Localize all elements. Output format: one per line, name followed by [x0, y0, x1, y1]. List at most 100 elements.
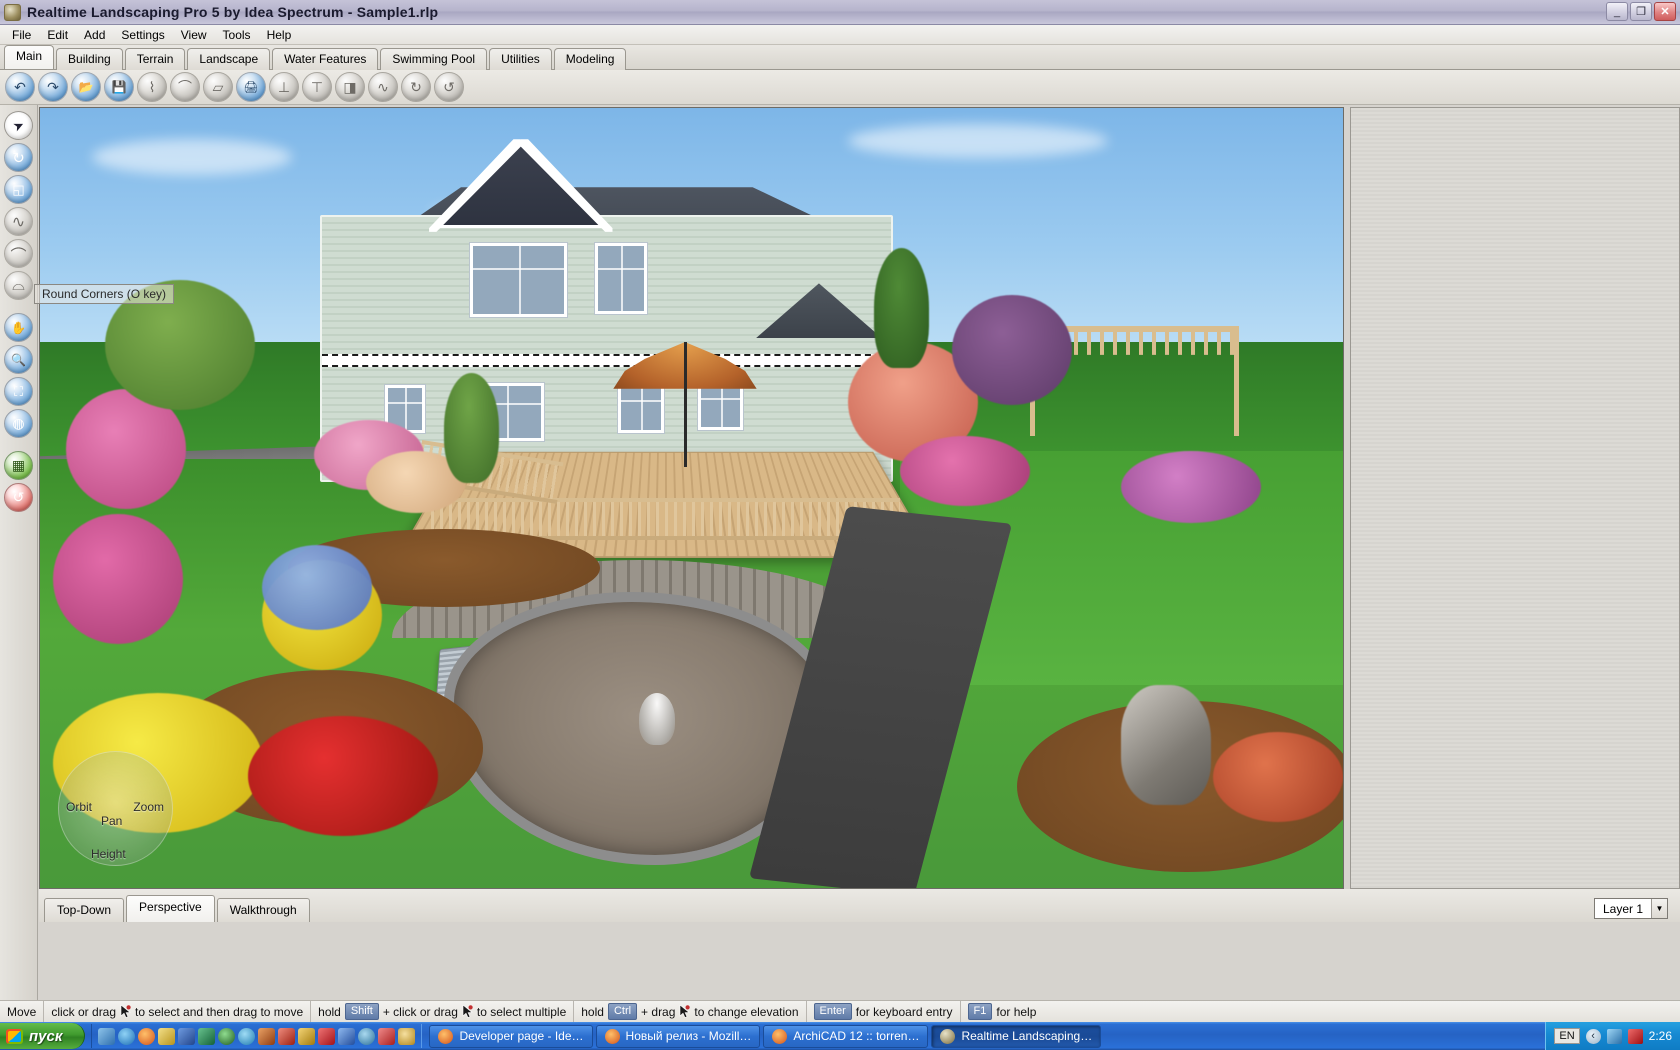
- evergreen-tree[interactable]: [873, 248, 929, 369]
- nav-zoom-label[interactable]: Zoom: [133, 800, 164, 814]
- rotate-icon[interactable]: ↻: [401, 72, 431, 102]
- smooth-icon[interactable]: ∿: [368, 72, 398, 102]
- tab-walkthrough[interactable]: Walkthrough: [216, 898, 310, 922]
- archive-icon[interactable]: [258, 1027, 276, 1045]
- fountain-spray[interactable]: [639, 693, 676, 745]
- perennial-bed[interactable]: [1212, 732, 1343, 822]
- orbit-icon[interactable]: ◍: [4, 409, 33, 438]
- curve-tool-icon[interactable]: ⌒: [170, 72, 200, 102]
- key-shift: Shift: [344, 1003, 379, 1020]
- winamp-icon[interactable]: [278, 1027, 296, 1045]
- shade-tree[interactable]: [952, 295, 1073, 406]
- zoom-window-icon[interactable]: ⛶: [4, 377, 33, 406]
- tab-perspective[interactable]: Perspective: [126, 895, 215, 922]
- freehand-line-icon[interactable]: ∿: [4, 207, 33, 236]
- menu-item-file[interactable]: File: [4, 26, 39, 44]
- kaspersky-icon[interactable]: [1627, 1028, 1643, 1044]
- red-flower-bed[interactable]: [248, 716, 439, 837]
- tab-top-down[interactable]: Top-Down: [44, 898, 125, 922]
- acrobat-icon[interactable]: [318, 1027, 336, 1045]
- desktop-icon[interactable]: [98, 1027, 116, 1045]
- flowering-shrub[interactable]: [53, 513, 184, 644]
- tab-main[interactable]: Main: [4, 45, 55, 69]
- blue-flower-bed[interactable]: [261, 544, 372, 630]
- undo-view-icon[interactable]: ↺: [4, 483, 33, 512]
- rotate-object-icon[interactable]: ↻: [4, 143, 33, 172]
- nav-orbit-label[interactable]: Orbit: [66, 800, 92, 814]
- nav-height-label[interactable]: Height: [91, 847, 126, 861]
- perennial-bed[interactable]: [899, 435, 1030, 506]
- nav-pan-label[interactable]: Pan: [101, 814, 122, 828]
- mirror-icon[interactable]: ◨: [335, 72, 365, 102]
- word-icon[interactable]: [178, 1027, 196, 1045]
- layer-selector[interactable]: Layer 1 ▼: [1593, 898, 1668, 919]
- hint-text: to select multiple: [476, 1004, 567, 1019]
- excel-icon[interactable]: [198, 1027, 216, 1045]
- task-button[interactable]: Новый релиз - Mozill…: [595, 1024, 761, 1048]
- menu-bar: File Edit Add Settings View Tools Help: [0, 25, 1680, 45]
- tab-swimming-pool[interactable]: Swimming Pool: [380, 48, 488, 70]
- menu-item-help[interactable]: Help: [259, 26, 300, 44]
- clock-icon[interactable]: [398, 1027, 416, 1045]
- menu-item-edit[interactable]: Edit: [39, 26, 76, 44]
- boulder-feature[interactable]: [1121, 685, 1212, 806]
- chevron-down-icon[interactable]: ▼: [1651, 899, 1667, 918]
- tab-landscape[interactable]: Landscape: [187, 48, 271, 70]
- tab-utilities[interactable]: Utilities: [489, 48, 552, 70]
- k-lite-icon[interactable]: [238, 1027, 256, 1045]
- tab-modeling[interactable]: Modeling: [553, 48, 627, 70]
- redo-icon[interactable]: ↷: [38, 72, 68, 102]
- tab-terrain[interactable]: Terrain: [124, 48, 186, 70]
- hint-text: for keyboard entry: [855, 1004, 953, 1019]
- window: [618, 382, 664, 433]
- perennial-bed[interactable]: [1121, 451, 1262, 524]
- close-button[interactable]: ✕: [1654, 2, 1676, 21]
- round-corners-icon[interactable]: ⌓: [4, 271, 33, 300]
- pan-hand-icon[interactable]: ✋: [4, 313, 33, 342]
- window: [595, 243, 647, 315]
- 3d-viewport[interactable]: Orbit Zoom Pan Height: [39, 107, 1344, 889]
- abbyy-icon[interactable]: [378, 1027, 396, 1045]
- zoom-icon[interactable]: 🔍: [4, 345, 33, 374]
- spin-icon[interactable]: ↺: [434, 72, 464, 102]
- menu-item-tools[interactable]: Tools: [215, 26, 259, 44]
- network-icon[interactable]: [1606, 1028, 1622, 1044]
- select-arrow-icon[interactable]: ➤: [0, 106, 38, 145]
- tab-building[interactable]: Building: [56, 48, 123, 70]
- firefox-icon[interactable]: [138, 1027, 156, 1045]
- maximize-button[interactable]: ❐: [1630, 2, 1652, 21]
- save-icon[interactable]: 💾: [104, 72, 134, 102]
- paint-icon[interactable]: [298, 1027, 316, 1045]
- extrude-icon[interactable]: ▱: [203, 72, 233, 102]
- flatten-icon[interactable]: ⊤: [302, 72, 332, 102]
- print-icon[interactable]: 🖨: [236, 72, 266, 102]
- conifer-shrub[interactable]: [443, 373, 499, 484]
- globe-icon[interactable]: [358, 1027, 376, 1045]
- tab-water-features[interactable]: Water Features: [272, 48, 379, 70]
- windows-flag-icon: [6, 1028, 23, 1044]
- navigation-wheel[interactable]: Orbit Zoom Pan Height: [58, 751, 173, 866]
- arc-icon[interactable]: ⌒: [4, 239, 33, 268]
- start-button[interactable]: пуск: [0, 1023, 86, 1049]
- firefox-icon: [604, 1028, 620, 1044]
- taskbar-clock[interactable]: 2:26: [1649, 1029, 1672, 1043]
- internet-explorer-icon[interactable]: [118, 1027, 136, 1045]
- show-hidden-icons-icon[interactable]: ‹: [1585, 1028, 1601, 1044]
- task-button[interactable]: ArchiCAD 12 :: torren…: [763, 1024, 929, 1048]
- menu-item-view[interactable]: View: [173, 26, 215, 44]
- menu-item-add[interactable]: Add: [76, 26, 113, 44]
- terrain-grid-icon[interactable]: ▦: [4, 451, 33, 480]
- undo-icon[interactable]: ↶: [5, 72, 35, 102]
- minimize-button[interactable]: _: [1606, 2, 1628, 21]
- player-icon[interactable]: [218, 1027, 236, 1045]
- menu-item-settings[interactable]: Settings: [113, 26, 172, 44]
- language-indicator[interactable]: EN: [1554, 1028, 1580, 1044]
- align-ground-icon[interactable]: ⊥: [269, 72, 299, 102]
- pick-tool-icon[interactable]: ⌇: [137, 72, 167, 102]
- media-icon[interactable]: [158, 1027, 176, 1045]
- task-button-active[interactable]: Realtime Landscaping…: [931, 1024, 1102, 1048]
- usb-icon[interactable]: [338, 1027, 356, 1045]
- open-file-icon[interactable]: 📂: [71, 72, 101, 102]
- scale-object-icon[interactable]: ◱: [4, 175, 33, 204]
- task-button[interactable]: Developer page - Ide…: [429, 1024, 593, 1048]
